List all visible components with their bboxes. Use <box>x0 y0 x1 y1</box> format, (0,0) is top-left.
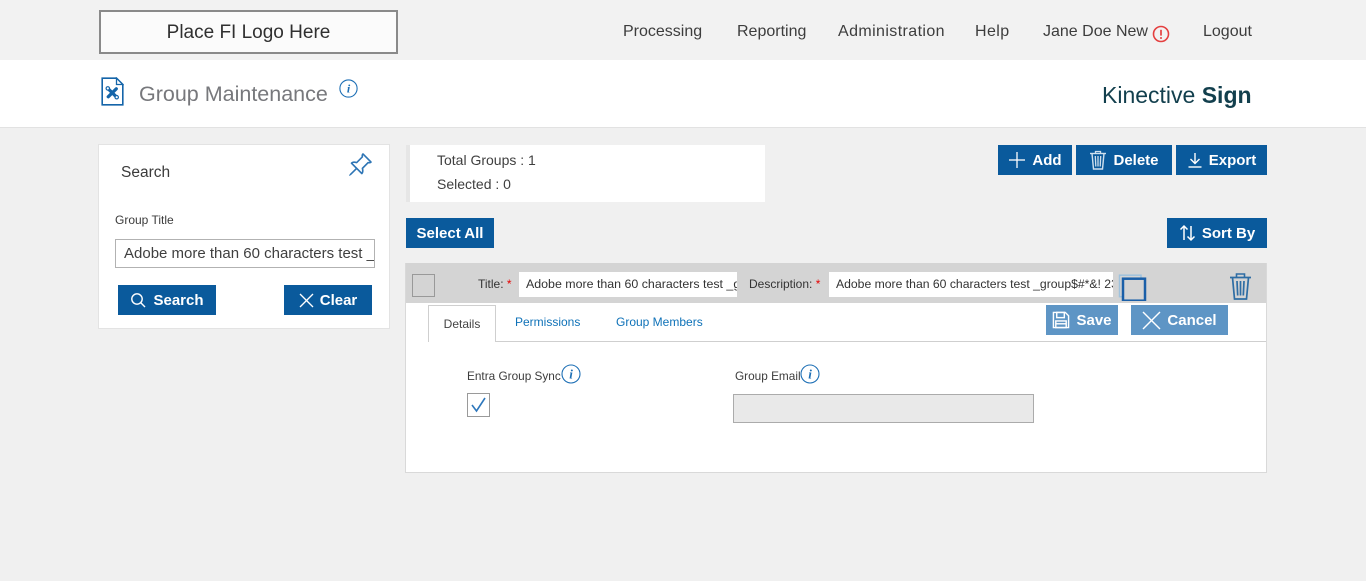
svg-text:i: i <box>569 366 573 381</box>
svg-text:i: i <box>347 82 351 96</box>
svg-text:i: i <box>808 366 812 381</box>
